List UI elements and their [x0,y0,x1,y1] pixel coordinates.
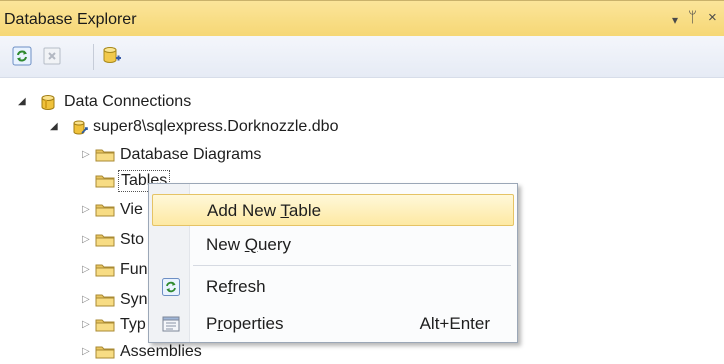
menu-item-add-new-table[interactable]: Add New Table [152,194,514,226]
menu-item-label: Refresh [206,277,266,296]
tree-node-database-diagrams[interactable]: ▷ Database Diagrams [0,143,340,167]
panel-title: Database Explorer [4,11,137,28]
menu-item-label: New Query [206,235,292,254]
menu-item-label: Add New Table [207,201,322,220]
context-menu: Add New Table New Query Refresh Properti… [148,183,518,343]
collapsed-arrow-icon[interactable]: ▷ [82,143,90,167]
tree-node-label: super8\sqlexpress.Dorknozzle.dbo [93,118,339,135]
expanded-arrow-icon[interactable]: ◢ [50,115,58,139]
tree-node-views[interactable]: ▷ Vie [0,198,150,222]
refresh-icon[interactable] [12,46,32,66]
folder-icon [95,204,115,217]
tree-node-assemblies[interactable]: ▷ Assemblies [0,340,300,364]
menu-item-label: Properties [206,314,284,333]
tree-node-label: Typ [120,316,146,333]
tree-node-label: Assemblies [120,343,202,360]
menu-separator [193,265,511,266]
menu-item-new-query[interactable]: New Query [152,229,514,261]
tree-node-synonyms[interactable]: ▷ Syn [0,288,150,312]
tree-node-connection[interactable]: ◢ super8\sqlexpress.Dorknozzle.dbo [0,115,420,139]
menu-item-properties[interactable]: Properties Alt+Enter [152,308,514,340]
tree-node-label: Sto [120,231,145,248]
database-cylinder-icon [41,95,55,110]
tree-node-label: Syn [120,291,148,308]
properties-icon [162,316,180,332]
tree-node-stored-procedures[interactable]: ▷ Sto [0,228,150,252]
stop-icon[interactable] [42,46,62,66]
collapsed-arrow-icon[interactable]: ▷ [82,198,90,222]
tree-node-types[interactable]: ▷ Typ [0,313,150,337]
refresh-icon [162,278,180,296]
panel-titlebar: Database Explorer ▾ ᛘ × [0,0,724,36]
folder-icon [95,149,115,162]
folder-icon [95,319,115,332]
collapsed-arrow-icon[interactable]: ▷ [82,340,90,364]
tree-node-label: Vie [120,201,143,218]
folder-icon [95,264,115,277]
collapsed-arrow-icon[interactable]: ▷ [82,258,90,282]
connect-to-database-icon[interactable] [100,44,124,68]
close-icon[interactable]: × [708,9,717,27]
folder-icon [95,175,115,188]
menu-item-shortcut: Alt+Enter [419,314,490,333]
folder-icon [95,234,115,247]
folder-icon [95,294,115,307]
window-position-dropdown-icon[interactable]: ▾ [672,11,678,29]
tree-node-label: Data Connections [64,93,192,110]
collapsed-arrow-icon[interactable]: ▷ [82,288,90,312]
pin-icon[interactable]: ᛘ [688,9,697,27]
menu-item-refresh[interactable]: Refresh [152,271,514,303]
tree-node-data-connections[interactable]: ◢ Data Connections [0,90,300,114]
tree-node-functions[interactable]: ▷ Fun [0,258,150,282]
tree-node-label: Database Diagrams [120,146,262,163]
collapsed-arrow-icon[interactable]: ▷ [82,313,90,337]
toolbar [0,36,724,78]
expanded-arrow-icon[interactable]: ◢ [18,90,26,114]
database-connection-icon [73,120,88,135]
toolbar-separator [93,44,94,70]
tree-node-label: Fun [120,261,148,278]
folder-icon [95,346,115,359]
collapsed-arrow-icon[interactable]: ▷ [82,228,90,252]
